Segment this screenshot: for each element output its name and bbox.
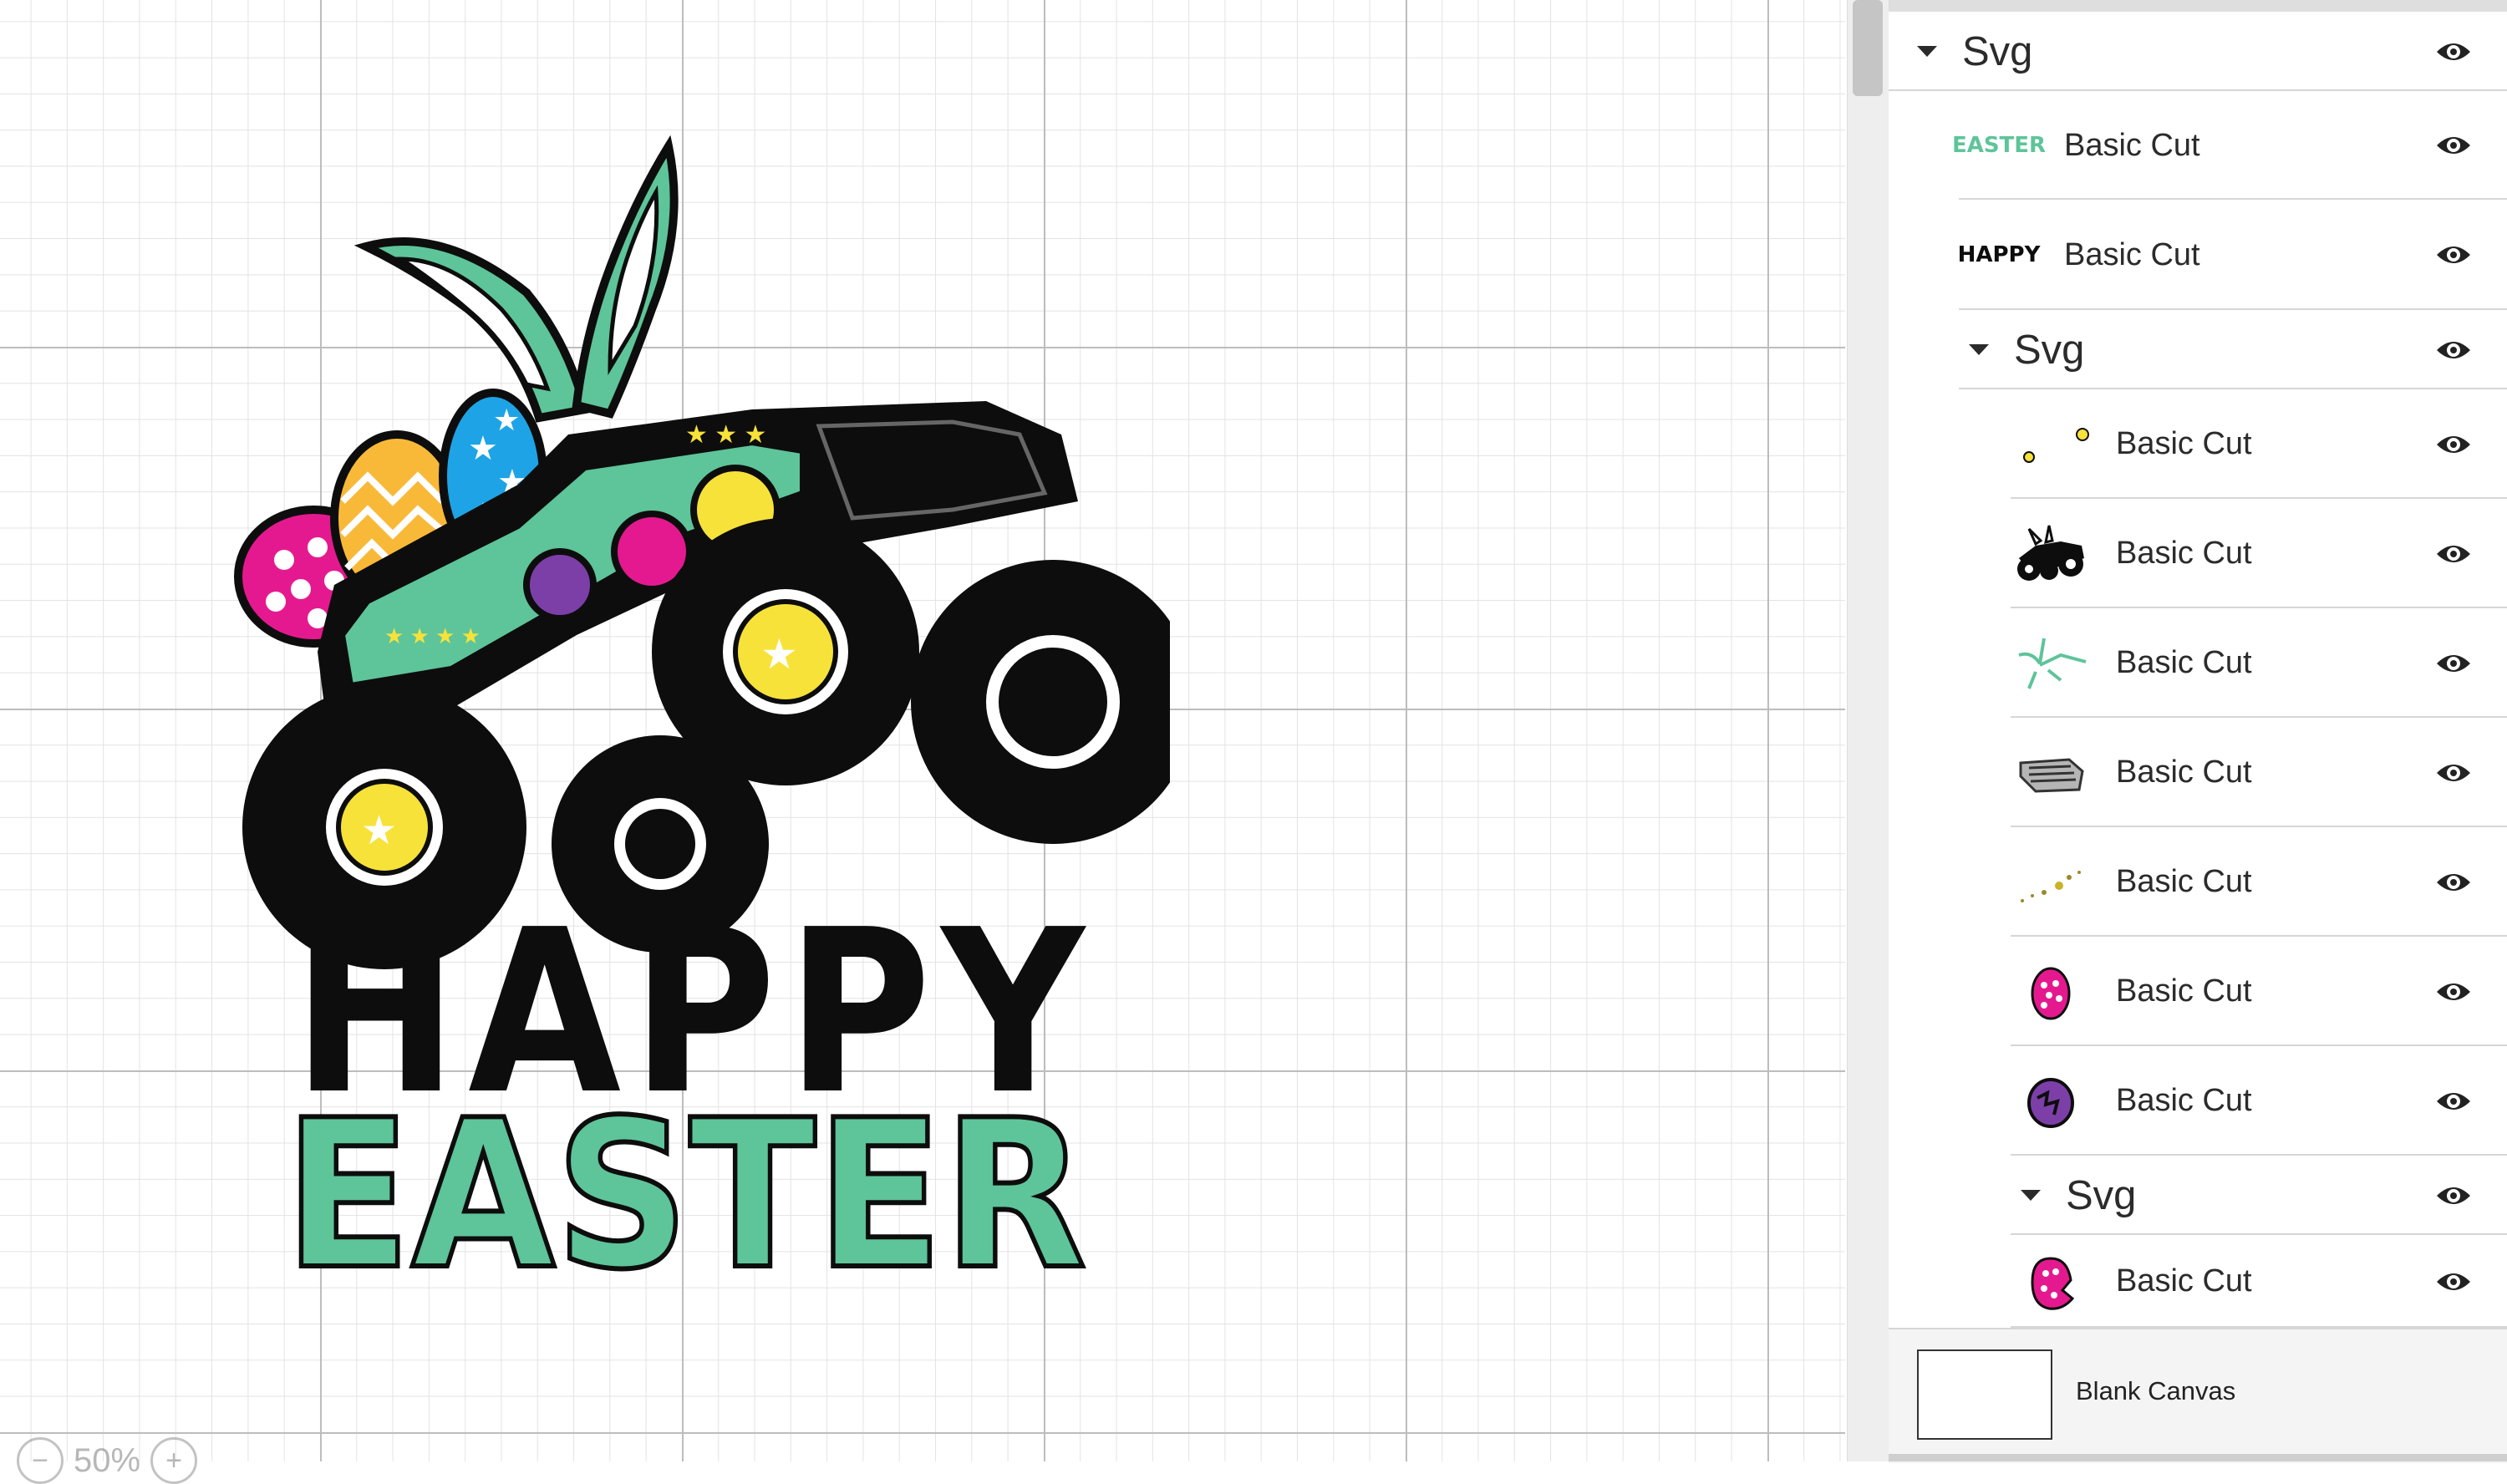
eye-icon[interactable] [2435,1267,2472,1297]
layer-item-happy[interactable]: HAPPY Basic Cut [1957,200,2507,310]
eye-icon[interactable] [2435,1181,2472,1211]
layer-group-svg-nested[interactable]: Svg [1959,310,2507,389]
group-label: Svg [1962,28,2033,74]
svg-text:★: ★ [361,809,397,853]
eye-icon[interactable] [2435,867,2472,897]
eye-icon[interactable] [2435,758,2472,788]
bunny-ears [353,135,679,423]
layer-label: Basic Cut [2116,755,2252,790]
layer-label: Basic Cut [2116,536,2252,571]
layer-item-purple-egg[interactable]: Basic Cut [2011,1046,2507,1156]
layer-thumbnail-pink-egg [2031,967,2071,1019]
svg-text:★: ★ [760,631,798,678]
layer-item-pink-egg-broken[interactable]: Basic Cut [2011,1235,2507,1328]
layer-label: Basic Cut [2116,645,2252,680]
scrollbar-thumb[interactable] [1853,0,1883,96]
zoom-controls: − 50% + [17,1437,198,1484]
layer-label: Basic Cut [2116,426,2252,461]
group-label: Svg [2066,1172,2137,1218]
layer-thumbnail-easter: EASTER [1951,133,2047,158]
group-label: Svg [2014,327,2085,373]
panel-bottom-divider [1889,1454,2507,1461]
collapse-caret-icon[interactable] [1969,344,1989,355]
eye-icon[interactable] [2435,335,2472,365]
layer-label: Basic Cut [2116,864,2252,899]
layer-thumbnail-purple-egg [2027,1077,2074,1128]
svg-text:★: ★ [493,403,520,437]
artwork-text-easter: EASTER [284,1076,1086,1287]
eye-icon[interactable] [2435,539,2472,569]
layer-group-svg[interactable]: Svg [1889,12,2507,91]
layer-thumbnail-happy: HAPPY [1957,242,2041,267]
happy-easter-monster-truck-artwork[interactable]: ★★★★ ★ ★ ★ ★ ★ ★ ★ ★ ★ HAPPY EASTER [217,134,1170,1287]
layer-item-easter[interactable]: EASTER Basic Cut [1951,91,2507,200]
layer-thumbnail-monster-truck [2017,525,2084,581]
collapse-caret-icon[interactable] [1917,46,1937,57]
layer-thumbnail-yellow-dots [2023,427,2089,463]
layer-item-yellow-dots[interactable]: Basic Cut [2011,389,2507,499]
layer-item-pink-egg[interactable]: Basic Cut [2011,937,2507,1046]
layer-list[interactable]: Svg EASTER Basic Cut HAPPY Basic Cut Svg [1889,12,2507,1328]
layer-thumbnail-gold-specks [2021,870,2081,902]
collapse-caret-icon[interactable] [2021,1190,2041,1201]
zoom-level: 50% [74,1441,141,1479]
eye-icon[interactable] [2435,130,2472,160]
layer-item-grey-grille[interactable]: Basic Cut [2011,718,2507,827]
svg-text:★ ★ ★ ★: ★ ★ ★ ★ [384,623,481,648]
layer-label: Basic Cut [2064,127,2200,163]
layer-item-gold-specks[interactable]: Basic Cut [2011,827,2507,937]
zoom-out-icon[interactable]: − [17,1437,64,1484]
panel-top-divider [1889,0,2507,12]
design-canvas[interactable]: ★★★★ ★ ★ ★ ★ ★ ★ ★ ★ ★ HAPPY EASTER [0,0,1845,1461]
layer-label: Basic Cut [2116,1083,2252,1118]
layer-group-svg-sub[interactable]: Svg [2011,1156,2507,1235]
eye-icon[interactable] [2435,429,2472,460]
eye-icon[interactable] [2435,1086,2472,1116]
layer-item-monster-truck[interactable]: Basic Cut [2011,499,2507,608]
layer-label: Basic Cut [2116,1263,2252,1298]
layer-label: Basic Cut [2116,973,2252,1009]
layer-label: Basic Cut [2064,236,2200,272]
eye-icon[interactable] [2435,648,2472,678]
canvas-vertical-scrollbar[interactable] [1847,0,1889,1461]
layer-thumbnail-green-outline [2018,638,2087,689]
svg-text:★ ★ ★: ★ ★ ★ [685,421,766,449]
layers-panel: Svg EASTER Basic Cut HAPPY Basic Cut Svg [1889,0,2507,1463]
blank-canvas-label: Blank Canvas [2076,1376,2236,1405]
blank-canvas-layer[interactable]: Blank Canvas [1889,1328,2507,1463]
layer-thumbnail-grey-grille [2019,757,2084,793]
layer-item-green-outline[interactable]: Basic Cut [2011,608,2507,718]
eye-icon[interactable] [2435,37,2472,67]
eye-icon[interactable] [2435,240,2472,270]
layer-thumbnail-pink-egg-broken [2031,1256,2075,1310]
eye-icon[interactable] [2435,977,2472,1007]
blank-canvas-thumbnail[interactable] [1917,1349,2052,1440]
zoom-in-icon[interactable]: + [150,1437,198,1484]
